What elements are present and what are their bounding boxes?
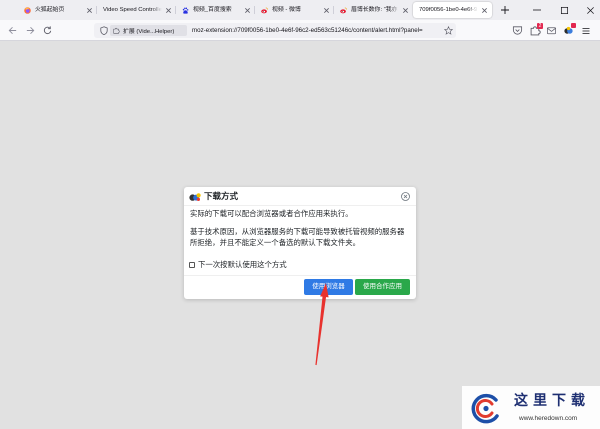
- dialog-title: 下载方式: [204, 191, 239, 201]
- extensions-icon[interactable]: 2: [529, 23, 543, 37]
- watermark-logo-icon: [470, 392, 502, 424]
- watermark: 这里下载 www.heredown.com: [462, 386, 600, 429]
- use-companion-app-button[interactable]: 使用合作应用: [355, 279, 410, 295]
- remember-checkbox[interactable]: [189, 262, 195, 268]
- tab-video-speed-controller[interactable]: Video Speed Controlle: [97, 2, 176, 18]
- forward-arrow-icon[interactable]: [25, 25, 36, 36]
- tab-label: 视频_百度搜索: [193, 7, 232, 13]
- close-circle-icon[interactable]: [401, 192, 410, 201]
- puzzle-icon: [113, 27, 120, 34]
- new-tab-icon[interactable]: [500, 5, 510, 15]
- downloadhelper-badge: [571, 23, 576, 28]
- maximize-icon[interactable]: [555, 0, 574, 20]
- weibo-icon: [261, 7, 268, 14]
- navigation-toolbar: 扩展 (Vide...Helper) moz-extension://709f0…: [0, 20, 600, 41]
- baidu-icon: [182, 6, 189, 14]
- tab-label: Video Speed Controlle: [103, 7, 162, 13]
- watermark-url: www.heredown.com: [519, 415, 578, 422]
- tab-label: 709f0056-1be0-4e6f-9: [419, 7, 478, 13]
- mail-icon[interactable]: [545, 24, 558, 37]
- url-text[interactable]: moz-extension://709f0056-1be0-4e6f-96c2-…: [192, 23, 443, 38]
- bookmark-star-icon[interactable]: [444, 26, 453, 35]
- dialog-note: 基于技术原因，从浏览器服务的下载可能导致被托管视频的服务器所拒绝，并且不能定义一…: [190, 227, 405, 247]
- address-bar[interactable]: 扩展 (Vide...Helper) moz-extension://709f0…: [94, 23, 456, 38]
- shield-icon[interactable]: [100, 26, 108, 35]
- tab-strip: 火狐起始页 Video Speed Controlle 视频_百度搜索 视频 -…: [18, 2, 492, 18]
- tab-label: 视频 - 微博: [272, 7, 301, 13]
- close-icon[interactable]: [402, 7, 409, 14]
- close-icon[interactable]: [165, 7, 172, 14]
- extensions-badge: 2: [537, 23, 543, 29]
- dialog-message: 实际的下载可以配合浏览器或者合作应用来执行。: [190, 209, 353, 218]
- tab-weibo-video[interactable]: 视频 - 微博: [255, 2, 334, 18]
- identity-label: 扩展 (Vide...Helper): [123, 29, 175, 35]
- minimize-icon[interactable]: [527, 0, 546, 20]
- close-icon[interactable]: [581, 0, 600, 20]
- remember-checkbox-label[interactable]: 下一次按默认使用这个方式: [198, 260, 287, 270]
- menu-icon[interactable]: [579, 24, 592, 37]
- close-icon[interactable]: [244, 7, 251, 14]
- extension-identity-box[interactable]: 扩展 (Vide...Helper): [110, 25, 187, 36]
- red-arrow-annotation: [315, 283, 329, 366]
- back-arrow-icon[interactable]: [7, 25, 18, 36]
- tab-label: 火狐起始页: [35, 7, 65, 13]
- tab-extension-alert[interactable]: 709f0056-1be0-4e6f-9: [413, 2, 492, 18]
- reload-icon[interactable]: [42, 25, 53, 36]
- close-icon[interactable]: [323, 7, 330, 14]
- downloadhelper-icon[interactable]: [562, 23, 576, 37]
- weibo-icon: [340, 7, 347, 14]
- dialog-header: 下载方式: [184, 187, 416, 206]
- tab-baidu-search[interactable]: 视频_百度搜索: [176, 2, 255, 18]
- tab-bar: 火狐起始页 Video Speed Controlle 视频_百度搜索 视频 -…: [0, 0, 600, 20]
- downloadhelper-logo-icon: [189, 192, 201, 202]
- firefox-icon: [24, 6, 31, 14]
- tab-weibo-post[interactable]: 眉博长数你: “我亦: [334, 2, 413, 18]
- pocket-icon[interactable]: [511, 24, 524, 37]
- close-icon[interactable]: [86, 7, 93, 14]
- tab-label: 眉博长数你: “我亦: [351, 7, 398, 13]
- dialog-footer-divider: [184, 275, 416, 276]
- close-icon[interactable]: [481, 7, 488, 14]
- watermark-brand: 这里下载: [514, 392, 590, 408]
- tab-firefox-home[interactable]: 火狐起始页: [18, 2, 97, 18]
